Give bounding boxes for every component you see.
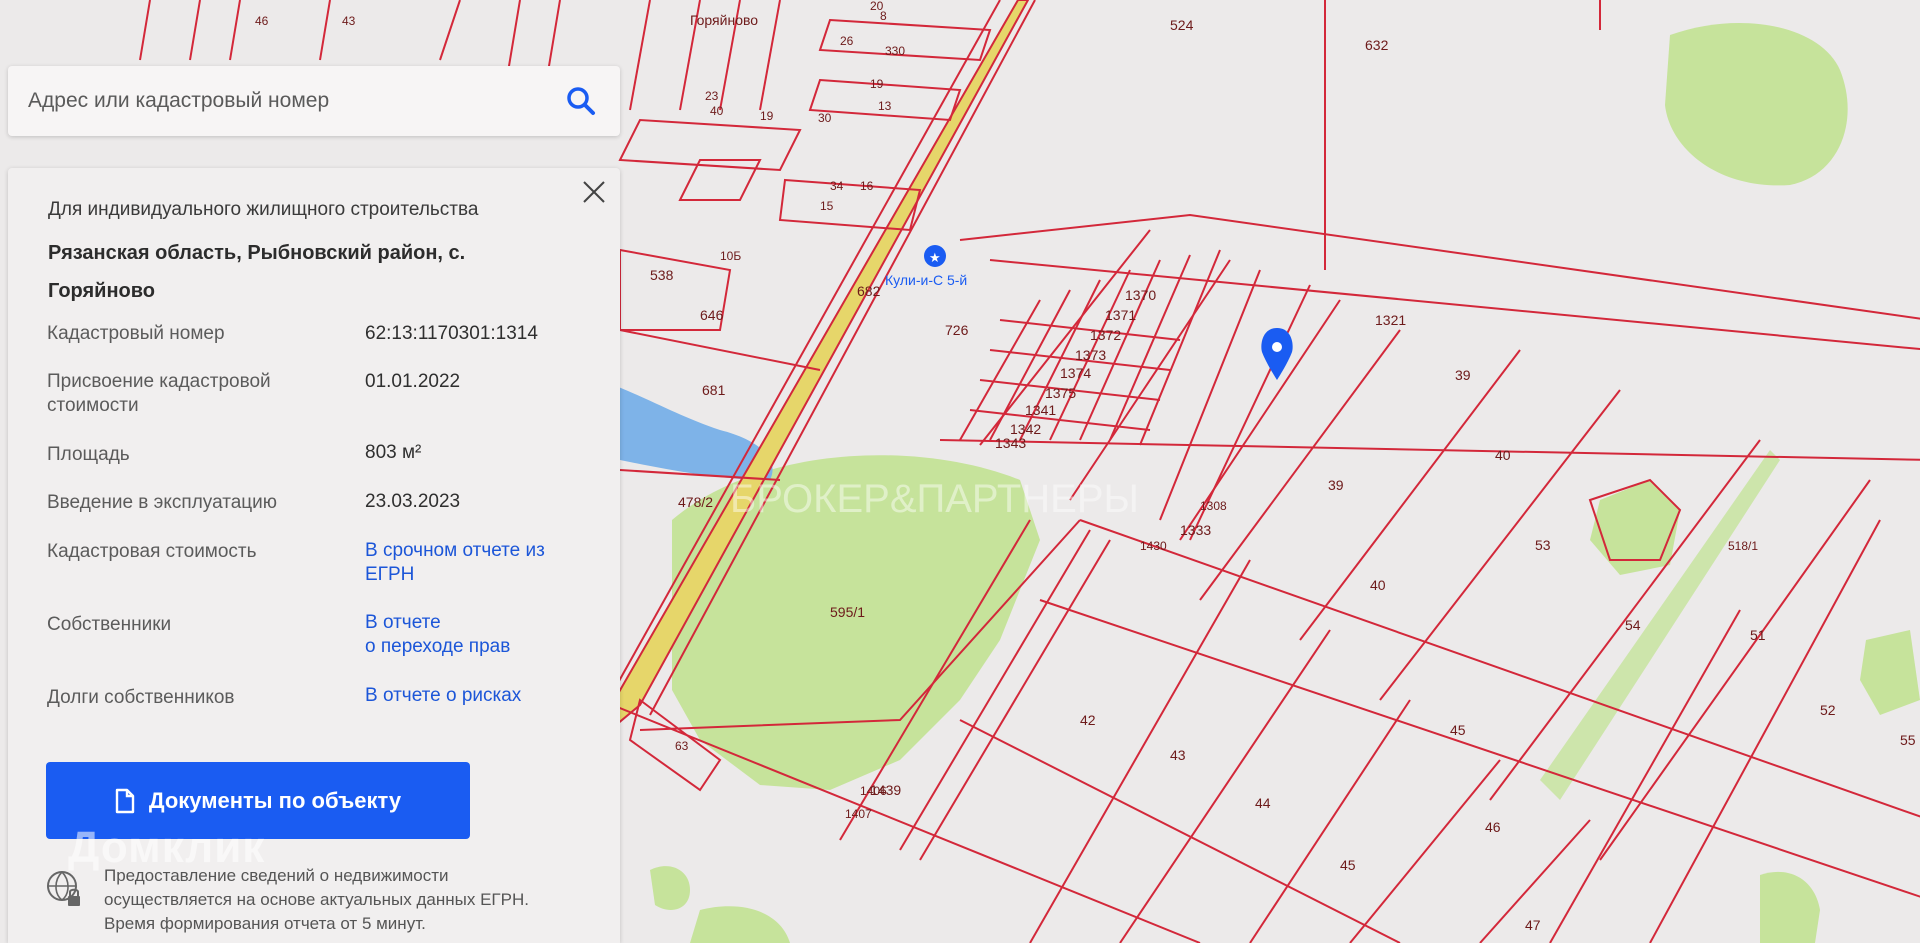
- svg-text:45: 45: [1340, 857, 1356, 873]
- svg-text:726: 726: [945, 322, 969, 338]
- commissioning-value: 23.03.2023: [365, 491, 461, 512]
- svg-text:682: 682: [857, 283, 881, 299]
- svg-text:16: 16: [860, 179, 874, 193]
- search-input[interactable]: [26, 88, 550, 114]
- svg-text:45: 45: [1450, 722, 1466, 738]
- svg-text:34: 34: [830, 179, 844, 193]
- svg-text:30: 30: [818, 111, 832, 125]
- svg-text:26: 26: [840, 34, 854, 48]
- svg-text:524: 524: [1170, 17, 1194, 33]
- svg-text:43: 43: [1170, 747, 1186, 763]
- svg-text:1374: 1374: [1060, 365, 1091, 381]
- svg-text:538: 538: [650, 267, 674, 283]
- owners-label: Собственники: [47, 614, 172, 635]
- svg-text:1341: 1341: [1025, 402, 1056, 418]
- svg-text:20: 20: [870, 0, 884, 13]
- svg-text:42: 42: [1080, 712, 1096, 728]
- svg-text:44: 44: [1255, 795, 1271, 811]
- svg-text:13: 13: [878, 99, 892, 113]
- svg-text:1406: 1406: [860, 784, 887, 798]
- svg-text:1308: 1308: [1200, 499, 1227, 513]
- svg-text:19: 19: [870, 77, 884, 91]
- svg-text:19: 19: [760, 109, 774, 123]
- owners-link-line1: В отчете: [365, 612, 441, 633]
- area-label: Площадь: [47, 444, 130, 465]
- owners-link-line2: о переходе прав: [365, 636, 511, 657]
- svg-text:595/1: 595/1: [830, 604, 865, 620]
- svg-text:39: 39: [1328, 477, 1344, 493]
- valuation-date-label: Присвоение кадастровой стоимости: [47, 371, 271, 416]
- svg-text:47: 47: [1525, 917, 1541, 933]
- svg-text:10Б: 10Б: [720, 249, 741, 263]
- svg-text:55: 55: [1900, 732, 1916, 748]
- svg-text:518/1: 518/1: [1728, 539, 1758, 553]
- cadastral-number-value: 62:13:1170301:1314: [365, 323, 538, 344]
- map-watermark: БРОКЕР&ПАРТНЕРЫ: [730, 477, 1139, 521]
- svg-text:681: 681: [702, 382, 726, 398]
- footer-disclaimer: Предоставление сведений о недвижимости о…: [104, 866, 529, 933]
- svg-text:646: 646: [700, 307, 724, 323]
- svg-text:478/2: 478/2: [678, 494, 713, 510]
- svg-text:63: 63: [675, 739, 689, 753]
- parcel-category: Для индивидуального жилищного строительс…: [48, 199, 479, 220]
- parcel-info-panel: Для индивидуального жилищного строительс…: [8, 168, 620, 943]
- commissioning-label: Введение в эксплуатацию: [47, 492, 278, 513]
- svg-text:1371: 1371: [1105, 307, 1136, 323]
- svg-text:1321: 1321: [1375, 312, 1406, 328]
- svg-text:Горяйново: Горяйново: [690, 12, 758, 28]
- svg-text:54: 54: [1625, 617, 1641, 633]
- owners-link[interactable]: В отчете о переходе прав: [365, 611, 605, 659]
- svg-text:39: 39: [1455, 367, 1471, 383]
- svg-text:1372: 1372: [1090, 327, 1121, 343]
- svg-text:1375: 1375: [1045, 385, 1076, 401]
- svg-text:1343: 1343: [995, 435, 1026, 451]
- svg-text:40: 40: [1370, 577, 1386, 593]
- area-value: 803 м²: [365, 442, 422, 463]
- owner-debts-link[interactable]: В отчете о рисках: [365, 684, 605, 708]
- svg-text:1333: 1333: [1180, 522, 1211, 538]
- svg-text:51: 51: [1750, 627, 1766, 643]
- svg-text:52: 52: [1820, 702, 1836, 718]
- globe-lock-icon: [47, 871, 80, 906]
- bus-stop-label: Кули-и-С 5-й: [885, 272, 967, 288]
- owner-debts-label: Долги собственников: [47, 687, 235, 708]
- svg-text:23: 23: [705, 89, 719, 103]
- documents-button-label: Документы по объекту: [148, 787, 402, 813]
- svg-text:1407: 1407: [845, 807, 872, 821]
- svg-text:46: 46: [1485, 819, 1501, 835]
- document-icon: [115, 788, 135, 813]
- svg-text:1373: 1373: [1075, 347, 1106, 363]
- close-icon[interactable]: [580, 178, 608, 206]
- svg-text:632: 632: [1365, 37, 1389, 53]
- svg-text:1430: 1430: [1140, 539, 1167, 553]
- cadastral-number-label: Кадастровый номер: [47, 323, 225, 344]
- valuation-date-value: 01.01.2022: [365, 371, 461, 392]
- parcel-address: Рязанская область, Рыбновский район, с. …: [48, 242, 466, 302]
- svg-text:53: 53: [1535, 537, 1551, 553]
- svg-text:1370: 1370: [1125, 287, 1156, 303]
- cadastral-value-label: Кадастровая стоимость: [47, 541, 257, 562]
- svg-text:43: 43: [342, 14, 356, 28]
- cadastral-value-link[interactable]: В срочном отчете из ЕГРН: [365, 539, 555, 587]
- svg-text:★: ★: [929, 250, 941, 265]
- svg-text:46: 46: [255, 14, 269, 28]
- svg-text:40: 40: [710, 104, 724, 118]
- search-icon[interactable]: [566, 86, 596, 116]
- search-box: [8, 66, 620, 136]
- svg-text:330: 330: [885, 44, 905, 58]
- svg-text:15: 15: [820, 199, 834, 213]
- svg-text:40: 40: [1495, 447, 1511, 463]
